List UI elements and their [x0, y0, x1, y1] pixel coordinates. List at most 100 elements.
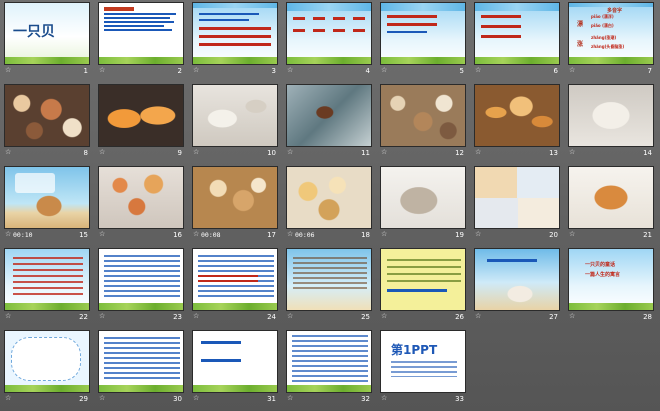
slide-timing: 00:06 [295, 231, 315, 239]
slide-thumbnail[interactable] [98, 2, 184, 65]
star-icon: ☆ [99, 230, 106, 238]
star-icon: ☆ [381, 312, 388, 320]
slide-number: 31 [267, 395, 276, 403]
star-icon: ☆ [287, 312, 294, 320]
star-icon: ☆ [475, 230, 482, 238]
slide-thumbnail[interactable]: 一只贝的童话 一篇人生的寓言 [568, 248, 654, 311]
slide-thumbnail[interactable] [4, 166, 90, 229]
star-icon: ☆ [193, 230, 200, 238]
slide-cell[interactable]: ☆ 32 [282, 328, 376, 406]
ppt-logo: 第1PPT [391, 343, 438, 357]
slide-number: 25 [361, 313, 370, 321]
slide-cell[interactable]: ☆ 26 [376, 246, 470, 324]
slide-thumbnail[interactable] [98, 166, 184, 229]
slide-thumbnail[interactable] [98, 248, 184, 311]
slide-thumbnail[interactable] [286, 2, 372, 65]
star-icon: ☆ [99, 66, 106, 74]
slide-cell[interactable]: ☆ 31 [188, 328, 282, 406]
slide-thumbnail[interactable] [286, 330, 372, 393]
star-icon: ☆ [287, 394, 294, 402]
slide-cell[interactable]: ☆ 16 [94, 164, 188, 242]
slide-timing: 00:08 [201, 231, 221, 239]
slide-thumbnail[interactable] [192, 248, 278, 311]
slide-number: 6 [553, 67, 558, 75]
slide-cell[interactable]: ☆ 00:06 18 [282, 164, 376, 242]
slide-cell[interactable]: ☆ 13 [470, 82, 564, 160]
slide-cell[interactable]: 一只贝 ☆ 1 [0, 0, 94, 78]
slide-thumbnail[interactable] [380, 166, 466, 229]
slide-number: 2 [177, 67, 182, 75]
slide-cell[interactable]: ☆ 14 [564, 82, 658, 160]
slide-thumbnail[interactable] [474, 166, 560, 229]
slide-thumbnail[interactable] [98, 84, 184, 147]
slide-number: 27 [549, 313, 558, 321]
slide-number: 7 [647, 67, 652, 75]
slide-cell[interactable]: ☆ 00:10 15 [0, 164, 94, 242]
slide-thumbnail[interactable] [4, 248, 90, 311]
slide-number: 15 [79, 231, 88, 239]
slide-number: 32 [361, 395, 370, 403]
slide-thumbnail[interactable] [286, 166, 372, 229]
slide-thumbnail[interactable] [192, 2, 278, 65]
slide-number: 12 [455, 149, 464, 157]
slide-cell[interactable]: 第1PPT ☆ 33 [376, 328, 470, 406]
star-icon: ☆ [193, 66, 200, 74]
slide-cell[interactable]: ☆ 2 [94, 0, 188, 78]
slide-thumbnail[interactable] [568, 166, 654, 229]
slide-cell[interactable]: ☆ 24 [188, 246, 282, 324]
slide-cell[interactable]: 多音字 漂 涨 piāo (漂浮) piǎo (漂白) zhǎng(涨潮) zh… [564, 0, 658, 78]
slide-thumbnail[interactable] [474, 248, 560, 311]
star-icon: ☆ [475, 312, 482, 320]
slide-thumbnail[interactable] [474, 2, 560, 65]
star-icon: ☆ [381, 148, 388, 156]
slide-cell[interactable]: ☆ 22 [0, 246, 94, 324]
slide-cell[interactable]: ☆ 27 [470, 246, 564, 324]
star-icon: ☆ [5, 230, 12, 238]
slide-thumbnail[interactable]: 多音字 漂 涨 piāo (漂浮) piǎo (漂白) zhǎng(涨潮) zh… [568, 2, 654, 65]
slide-thumbnail[interactable] [380, 84, 466, 147]
slide-cell[interactable]: ☆ 8 [0, 82, 94, 160]
slide-cell[interactable]: ☆ 21 [564, 164, 658, 242]
slide-thumbnail[interactable] [286, 248, 372, 311]
star-icon: ☆ [99, 312, 106, 320]
star-icon: ☆ [475, 66, 482, 74]
slide-cell[interactable]: ☆ 12 [376, 82, 470, 160]
slide-cell[interactable]: ☆ 29 [0, 328, 94, 406]
slide-thumbnail[interactable] [98, 330, 184, 393]
slide-cell[interactable]: ☆ 5 [376, 0, 470, 78]
slide-number: 1 [83, 67, 88, 75]
slide-cell[interactable]: ☆ 00:08 17 [188, 164, 282, 242]
slide-thumbnail[interactable]: 第1PPT [380, 330, 466, 393]
slide-title: 一只贝 [13, 24, 55, 40]
slide-number: 23 [173, 313, 182, 321]
slide-cell[interactable]: ☆ 11 [282, 82, 376, 160]
slide-number: 18 [361, 231, 370, 239]
slide-cell[interactable]: ☆ 20 [470, 164, 564, 242]
slide-cell[interactable]: ☆ 10 [188, 82, 282, 160]
slide-thumbnail[interactable] [4, 330, 90, 393]
slide-cell[interactable]: ☆ 23 [94, 246, 188, 324]
star-icon: ☆ [193, 312, 200, 320]
slide-thumbnail[interactable]: 一只贝 [4, 2, 90, 65]
star-icon: ☆ [5, 312, 12, 320]
slide-thumbnail[interactable] [568, 84, 654, 147]
slide-cell[interactable]: ☆ 19 [376, 164, 470, 242]
slide-number: 5 [459, 67, 464, 75]
slide-cell[interactable]: ☆ 6 [470, 0, 564, 78]
slide-number: 22 [79, 313, 88, 321]
slide-thumbnail[interactable] [192, 84, 278, 147]
slide-thumbnail[interactable] [474, 84, 560, 147]
slide-thumbnail[interactable] [380, 248, 466, 311]
slide-number: 20 [549, 231, 558, 239]
slide-cell[interactable]: ☆ 3 [188, 0, 282, 78]
slide-cell[interactable]: ☆ 30 [94, 328, 188, 406]
slide-cell[interactable]: 一只贝的童话 一篇人生的寓言 ☆ 28 [564, 246, 658, 324]
slide-thumbnail[interactable] [192, 166, 278, 229]
slide-cell[interactable]: ☆ 9 [94, 82, 188, 160]
slide-thumbnail[interactable] [192, 330, 278, 393]
slide-cell[interactable]: ☆ 25 [282, 246, 376, 324]
slide-thumbnail[interactable] [380, 2, 466, 65]
slide-cell[interactable]: ☆ 4 [282, 0, 376, 78]
slide-thumbnail[interactable] [4, 84, 90, 147]
slide-thumbnail[interactable] [286, 84, 372, 147]
